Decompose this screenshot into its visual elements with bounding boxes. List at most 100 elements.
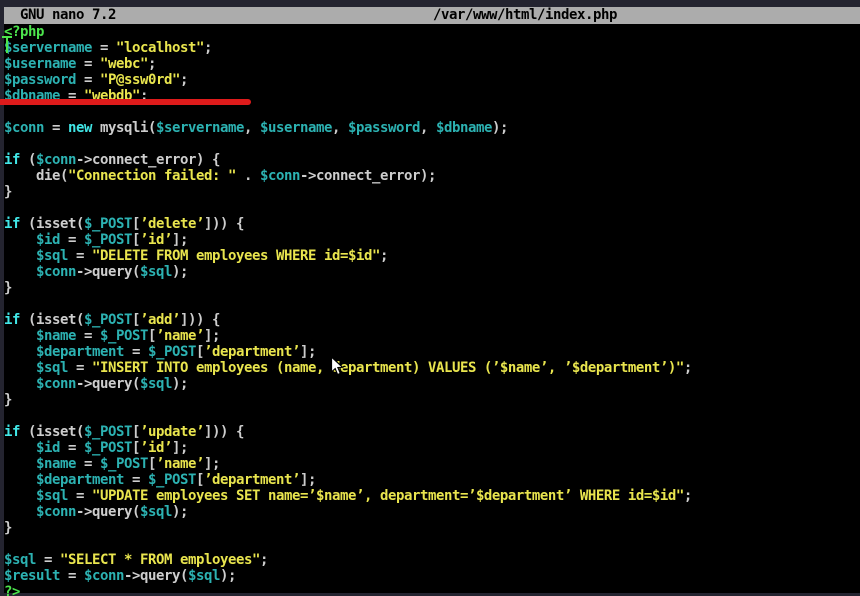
code-line [4,200,860,216]
syntax-default [4,488,36,504]
syntax-default: ; [204,40,212,56]
syntax-string: "localhost" [116,40,204,56]
syntax-variable: $_POST [100,328,148,344]
syntax-variable: $username [260,120,332,136]
syntax-variable: $sql [140,504,172,520]
syntax-default: [ [148,328,156,344]
syntax-variable: $sql [36,488,68,504]
syntax-default: ->query( [124,568,188,584]
syntax-default: = [68,488,92,504]
syntax-variable: $name [36,456,76,472]
syntax-default [4,344,36,360]
code-line: $conn->query($sql); [4,376,860,392]
syntax-default: [ [148,456,156,472]
syntax-string: ’department’ [204,344,300,360]
syntax-default: , [420,120,436,136]
syntax-string: ’update’ [140,424,204,440]
syntax-default: ]; [204,328,220,344]
syntax-keyword: new [68,120,92,136]
syntax-php-tag: ?> [4,584,20,596]
syntax-variable: $servername [156,120,244,136]
code-line: $servername = "localhost"; [4,40,860,56]
syntax-default: [ [132,424,140,440]
syntax-variable: $_POST [84,232,132,248]
syntax-default: [ [132,440,140,456]
syntax-default: = [60,440,84,456]
code-line: $department = $_POST[’department’]; [4,472,860,488]
syntax-default: . [236,168,260,184]
syntax-default: = [92,40,116,56]
syntax-default: ->query( [76,264,140,280]
syntax-default: ]; [204,456,220,472]
syntax-variable: $sql [36,360,68,376]
code-line: $id = $_POST[’id’]; [4,440,860,456]
syntax-default: } [4,520,12,536]
syntax-keyword: if [4,312,20,328]
syntax-default: ->query( [76,504,140,520]
syntax-default: ]; [300,472,316,488]
syntax-variable: $sql [4,552,36,568]
syntax-default: = [124,472,148,488]
syntax-variable: $_POST [84,424,132,440]
syntax-default: ( [20,152,36,168]
code-line: $password = "P@ssw0rd"; [4,72,860,88]
screen: GNU nano 7.2 /var/www/html/index.php <?p… [0,0,860,596]
syntax-variable: $conn [36,152,76,168]
syntax-default [4,328,36,344]
code-line: <?php [4,24,860,40]
syntax-string: "Connection failed: " [68,168,236,184]
syntax-default: , [244,120,260,136]
syntax-variable: $conn [4,120,44,136]
syntax-default: } [4,280,12,296]
app-version-label: GNU nano 7.2 [20,7,116,24]
syntax-default: = [60,232,84,248]
syntax-default: [ [196,344,204,360]
syntax-string: ’delete’ [140,216,204,232]
code-line: $sql = "DELETE FROM employees WHERE id=$… [4,248,860,264]
syntax-default [4,456,36,472]
code-line: die("Connection failed: " . $conn->conne… [4,168,860,184]
syntax-variable: $id [36,232,60,248]
syntax-variable: $conn [36,376,76,392]
syntax-default: ])) { [180,312,220,328]
code-line: $sql = "SELECT * FROM employees"; [4,552,860,568]
syntax-default: ]; [172,440,188,456]
code-line: } [4,280,860,296]
syntax-default: mysqli( [92,120,156,136]
syntax-variable: $password [4,72,76,88]
syntax-string: "DELETE FROM employees WHERE id=$id" [92,248,380,264]
code-line: $result = $conn->query($sql); [4,568,860,584]
syntax-variable: $_POST [100,456,148,472]
syntax-default: = [76,56,100,72]
syntax-variable: $username [4,56,76,72]
syntax-default: = [124,344,148,360]
syntax-default [4,440,36,456]
syntax-default [4,264,36,280]
file-path-label: /var/www/html/index.php [433,7,617,24]
syntax-string: "INSERT INTO employees (name, department… [92,360,684,376]
syntax-variable: $conn [36,264,76,280]
syntax-default: ]; [300,344,316,360]
syntax-default: ); [172,264,188,280]
code-editor-area[interactable]: <?php$servername = "localhost";$username… [4,24,860,596]
syntax-default: ]; [172,232,188,248]
syntax-default: ); [172,376,188,392]
syntax-keyword: if [4,424,20,440]
code-line: $id = $_POST[’id’]; [4,232,860,248]
syntax-default: = [44,120,68,136]
syntax-default [4,232,36,248]
syntax-variable: $_POST [148,344,196,360]
code-line: if (isset($_POST[’add’])) { [4,312,860,328]
syntax-default: ; [180,72,188,88]
code-line [4,296,860,312]
syntax-string: "P@ssw0rd" [100,72,180,88]
syntax-string: "webc" [100,56,148,72]
syntax-default: = [36,552,60,568]
syntax-default: ); [220,568,236,584]
syntax-variable: $dbname [436,120,492,136]
syntax-default: } [4,184,12,200]
syntax-default: (isset( [20,312,84,328]
syntax-default: = [76,72,100,88]
syntax-default: , [332,120,348,136]
code-line: } [4,392,860,408]
